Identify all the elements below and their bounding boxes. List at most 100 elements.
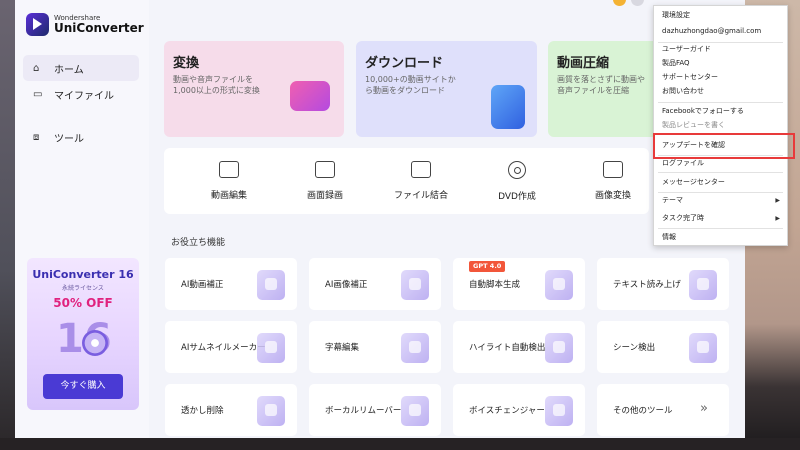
card-label: ハイライト自動検出	[469, 343, 546, 353]
settings-menu: 環境設定 dazhuzhongdao@gmail.com ユーザーガイド 製品F…	[653, 5, 788, 246]
feature-compress[interactable]: 動画圧縮 画質を落とさずに動画や音声ファイルを圧縮	[548, 41, 668, 137]
menu-item-theme[interactable]: テーマ ▶	[654, 194, 787, 207]
menu-divider	[658, 228, 783, 229]
card-watermark-remove[interactable]: 透かし削除	[165, 384, 297, 436]
card-auto-script[interactable]: GPT 4.0 自動脚本生成	[453, 258, 585, 310]
tool-video-edit[interactable]: 動画編集	[189, 161, 269, 201]
tool-dvd[interactable]: DVD作成	[477, 161, 557, 202]
menu-item-account-email[interactable]: dazhuzhongdao@gmail.com	[654, 25, 787, 38]
card-label: AI画像補正	[325, 280, 368, 290]
screen-record-icon	[315, 161, 335, 178]
card-label: 自動脚本生成	[469, 280, 521, 290]
card-label: その他のツール	[613, 406, 673, 416]
card-label: AIサムネイルメーカー	[181, 343, 266, 353]
card-highlight-detect[interactable]: ハイライト自動検出	[453, 321, 585, 373]
promo-16-graphic: 16	[48, 316, 118, 364]
card-ai-thumbnail[interactable]: AIサムネイルメーカー	[165, 321, 297, 373]
menu-divider	[658, 192, 783, 193]
feature-convert[interactable]: 変換 動画や音声ファイルを1,000以上の形式に変換	[164, 41, 344, 137]
menu-item-support-center[interactable]: サポートセンター	[654, 71, 787, 84]
auto-script-icon	[545, 270, 573, 300]
menu-item-message-center[interactable]: メッセージセンター	[654, 176, 787, 189]
menu-divider	[658, 102, 783, 103]
section-title-useful: お役立ち機能	[171, 238, 226, 248]
logo-product: UniConverter	[54, 21, 144, 35]
card-label: シーン検出	[613, 343, 656, 353]
card-label: 字幕編集	[325, 343, 360, 353]
feature-desc: 10,000+の動画サイトから動画をダウンロード	[365, 75, 456, 95]
menu-item-facebook[interactable]: Facebookでフォローする	[654, 105, 787, 118]
tool-label: DVD作成	[498, 192, 536, 202]
menu-divider	[658, 172, 783, 173]
watermark-remove-icon	[257, 396, 285, 426]
card-label: 透かし削除	[181, 406, 224, 416]
card-label: テキスト読み上げ	[613, 280, 681, 290]
text-to-speech-icon	[689, 270, 717, 300]
download-icon	[491, 85, 525, 129]
home-icon: ⌂	[33, 62, 40, 74]
card-scene-detect[interactable]: シーン検出	[597, 321, 729, 373]
desktop-background-left	[0, 0, 15, 450]
promo-discount: 50% OFF	[53, 296, 113, 310]
image-convert-icon	[603, 161, 623, 178]
tool-image-convert[interactable]: 画像変換	[573, 161, 653, 201]
menu-item-about[interactable]: 情報	[654, 231, 787, 244]
card-other-tools[interactable]: その他のツール »	[597, 384, 729, 436]
vocal-remover-icon	[401, 396, 429, 426]
sidebar: Wondershare UniConverter ⌂ ホーム ▭ マイファイル …	[15, 0, 149, 438]
subtitle-edit-icon	[401, 333, 429, 363]
ai-video-enhance-icon	[257, 270, 285, 300]
update-highlight-box	[653, 133, 795, 159]
double-chevron-right-icon: »	[700, 401, 708, 416]
menu-item-user-guide[interactable]: ユーザーガイド	[654, 43, 787, 56]
menu-item-on-task-complete[interactable]: タスク完了時 ▶	[654, 212, 787, 225]
card-label: ボーカルリムーバー	[325, 406, 402, 416]
menu-item-contact[interactable]: お問い合わせ	[654, 85, 787, 98]
tool-label: ファイル結合	[393, 191, 448, 201]
gpt-badge: GPT 4.0	[469, 261, 506, 272]
dvd-icon	[508, 161, 526, 179]
card-text-to-speech[interactable]: テキスト読み上げ	[597, 258, 729, 310]
sidebar-item-label: ホーム	[54, 64, 84, 76]
sidebar-item-label: ツール	[54, 133, 84, 145]
feature-desc: 動画や音声ファイルを1,000以上の形式に変換	[173, 75, 260, 95]
voice-changer-icon	[545, 396, 573, 426]
menu-item-label: タスク完了時	[662, 214, 704, 222]
quick-tools: 動画編集 画面録画 ファイル結合 DVD作成 画像変換	[164, 148, 649, 214]
sidebar-item-tools[interactable]: ⧈ ツール	[23, 124, 139, 150]
disc-icon	[82, 330, 108, 356]
tool-file-merge[interactable]: ファイル結合	[381, 161, 461, 201]
menu-item-label: テーマ	[662, 196, 683, 204]
card-ai-image-enhance[interactable]: AI画像補正	[309, 258, 441, 310]
menu-item-write-review[interactable]: 製品レビューを書く	[654, 119, 787, 132]
folder-icon: ▭	[33, 88, 43, 100]
buy-now-button[interactable]: 今すぐ購入	[43, 374, 123, 399]
highlight-detect-icon	[545, 333, 573, 363]
sidebar-item-my-files[interactable]: ▭ マイファイル	[23, 81, 139, 107]
card-label: AI動画補正	[181, 280, 224, 290]
promo-banner[interactable]: UniConverter 16 永続ライセンス 50% OFF 16 今すぐ購入	[27, 258, 139, 410]
card-label: ボイスチェンジャー	[469, 406, 545, 416]
tool-screen-record[interactable]: 画面録画	[285, 161, 365, 201]
card-voice-changer[interactable]: ボイスチェンジャー	[453, 384, 585, 436]
gift-icon[interactable]	[613, 0, 626, 6]
headset-icon[interactable]	[631, 0, 644, 6]
submenu-arrow-icon: ▶	[775, 215, 780, 222]
ai-image-enhance-icon	[401, 270, 429, 300]
card-vocal-remover[interactable]: ボーカルリムーバー	[309, 384, 441, 436]
tool-label: 画面録画	[306, 191, 343, 201]
card-ai-video-enhance[interactable]: AI動画補正	[165, 258, 297, 310]
app-window: Wondershare UniConverter ⌂ ホーム ▭ マイファイル …	[15, 0, 745, 438]
feature-download[interactable]: ダウンロード 10,000+の動画サイトから動画をダウンロード	[356, 41, 537, 137]
app-logo: Wondershare UniConverter	[26, 13, 144, 36]
promo-subtitle: 永続ライセンス	[62, 285, 104, 292]
sidebar-item-label: マイファイル	[54, 90, 114, 102]
sidebar-item-home[interactable]: ⌂ ホーム	[23, 55, 139, 81]
menu-item-preferences[interactable]: 環境設定	[654, 9, 787, 22]
feature-title: ダウンロード	[365, 56, 444, 71]
card-subtitle-edit[interactable]: 字幕編集	[309, 321, 441, 373]
menu-item-faq[interactable]: 製品FAQ	[654, 57, 787, 70]
video-edit-icon	[219, 161, 239, 178]
feature-title: 動画圧縮	[557, 56, 610, 71]
feature-title: 変換	[173, 56, 200, 71]
